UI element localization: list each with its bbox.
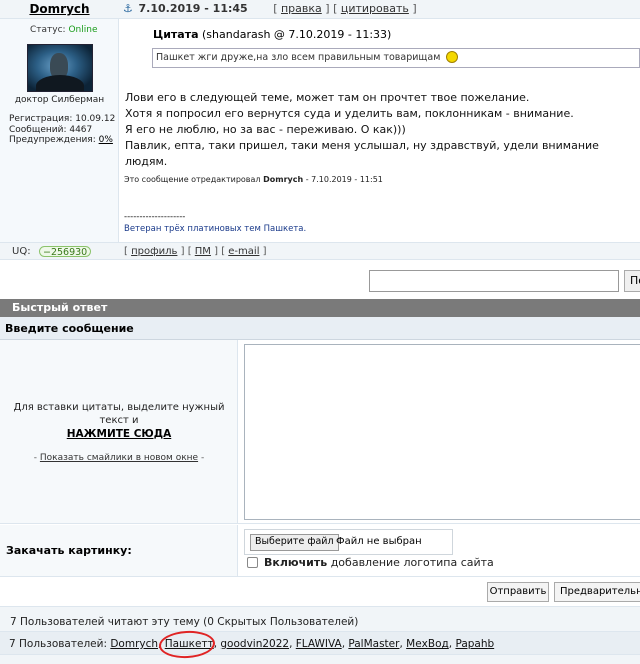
post-header: ⚓ 7.10.2019 - 11:45 [ правка ] [ цитиров… [119,0,640,19]
signature: -------------------- Ветеран трёх платин… [124,211,306,235]
forum-post: Domrych Статус: Online доктор Силберман … [0,0,640,260]
status-online: Online [68,25,98,35]
smileys-link-row: - Показать смайлики в новом окне - [33,453,205,463]
circled-user: Пашкетт [158,629,216,660]
quote-block: Цитата (shandarash @ 7.10.2019 - 11:33) … [123,24,640,76]
anchor-icon[interactable]: ⚓ [123,2,135,15]
logo-checkbox[interactable] [247,557,258,568]
signature-separator: -------------------- [124,212,186,222]
show-smileys-link[interactable]: Показать смайлики в новом окне [40,453,198,463]
edit-note: Это сообщение отредактировал Domrych - 7… [124,175,383,184]
post-date: 7.10.2019 - 11:45 [138,2,248,15]
quote-title: Цитата (shandarash @ 7.10.2019 - 11:33) [153,28,391,41]
quote-hint-line1: Для вставки цитаты, выделите нужный [13,402,225,413]
edit-note-prefix: Это сообщение отредактировал [124,175,261,184]
smiley-icon [446,51,459,63]
avatar[interactable] [27,44,93,92]
post-body-line: Лови его в следующей теме, может там он … [125,91,530,104]
enter-message-title: Введите сообщение [0,317,640,340]
post-header-links: [ правка ] [ цитировать ] [273,2,417,15]
author-status: Статус: Online [30,25,98,35]
quote-hint: Для вставки цитаты, выделите нужный текс… [0,401,238,441]
post-footer: UQ: −256930 [ профиль ] [ ПМ ] [ e-mail … [0,242,640,260]
online-user-link[interactable]: Papahb [455,638,494,650]
upload-controls: Выберите файл Файл не выбран Включить до… [238,525,640,577]
online-user-link[interactable]: Domrych [110,638,158,650]
post-body-line: Я его не люблю, но за вас - переживаю. О… [125,123,406,136]
quote-text: Пашкет жги друже,на зло всем правильным … [156,52,441,63]
online-users-panel: 7 Пользователей читают эту тему (0 Скрыт… [0,606,640,664]
logo-label-bold: Включить [264,556,328,569]
uq-label: UQ: [12,246,31,257]
post-body-line: Хотя я попросил его вернутся суда и удел… [125,107,574,120]
email-link[interactable]: e-mail [228,246,259,257]
send-button[interactable]: Отправить [487,582,549,602]
search-input[interactable] [369,270,619,292]
online-users-label: 7 Пользователей: [9,638,107,650]
avatar-caption: доктор Силберман [14,95,105,105]
choose-file-button[interactable]: Выберите файл [250,534,339,551]
quote-source: (shandarash @ 7.10.2019 - 11:33) [202,28,392,41]
edit-link[interactable]: правка [281,2,322,15]
author-name-link[interactable]: Domrych [29,2,89,16]
submit-row: Отправить Предварительный [0,578,640,606]
preview-button[interactable]: Предварительный [554,582,640,602]
post-content-panel: ⚓ 7.10.2019 - 11:45 [ правка ] [ цитиров… [119,0,640,260]
red-circle-annotation [158,629,216,660]
post-footer-links: [ профиль ] [ ПМ ] [ e-mail ] [124,246,267,257]
signature-text: Ветеран трёх платиновых тем Пашкета. [124,224,307,234]
online-user-link[interactable]: goodvin2022 [220,638,289,650]
pm-link[interactable]: ПМ [195,246,211,257]
profile-link[interactable]: профиль [131,246,177,257]
file-input: Выберите файл Файл не выбран [244,529,453,555]
author-name-bar: Domrych [0,0,119,19]
quote-hint-line2: текст и [99,415,139,426]
message-count: Сообщений: 4467 [9,124,93,135]
upload-label: Закачать картинку: [6,544,132,557]
online-user-link[interactable]: FLAWIVA [296,638,342,650]
online-users-list: 7 Пользователей: Domrych, Пашкетт, goodv… [0,629,640,660]
online-user-link[interactable]: PalMaster [348,638,399,650]
author-stats: Регистрация: 10.09.12 Сообщений: 4467 Пр… [9,114,115,146]
file-status: Файл не выбран [336,536,422,547]
online-title: 7 Пользователей читают эту тему (0 Скрыт… [10,616,359,628]
avatar-shoulders [36,75,84,91]
quick-reply-header: Быстрый ответ [0,299,640,317]
quote-link[interactable]: цитировать [341,2,409,15]
edit-note-date: - 7.10.2019 - 11:51 [305,175,383,184]
post-body: Лови его в следующей теме, может там он … [125,90,640,170]
registration-date: Регистрация: 10.09.12 [9,114,116,124]
compose-sidebar: Для вставки цитаты, выделите нужный текс… [0,340,238,524]
logo-label-rest: добавление логотипа сайта [330,556,494,569]
post-author-panel: Domrych Статус: Online доктор Силберман … [0,0,119,260]
status-label: Статус: [30,25,66,35]
warnings-link[interactable]: 0% [99,135,113,145]
quote-label: Цитата [153,28,199,41]
logo-checkbox-label: Включить добавление логотипа сайта [264,556,494,569]
search-row: По [0,261,640,299]
online-user-link[interactable]: МехВод [406,638,449,650]
compose-area [238,340,640,524]
click-here-link[interactable]: НАЖМИТЕ СЮДА [67,428,172,441]
uq-badge[interactable]: −256930 [39,246,92,258]
upload-label-cell: Закачать картинку: [0,525,238,577]
search-button[interactable]: По [624,270,640,292]
quote-text-box: Пашкет жги друже,на зло всем правильным … [152,48,640,68]
warnings: Предупреждения: 0% [9,135,115,146]
message-textarea[interactable] [244,344,640,520]
edit-note-user: Domrych [263,175,304,184]
post-body-line: Павлик, епта, таки пришел, таки меня усл… [125,139,599,168]
warnings-label: Предупреждения: [9,135,96,145]
